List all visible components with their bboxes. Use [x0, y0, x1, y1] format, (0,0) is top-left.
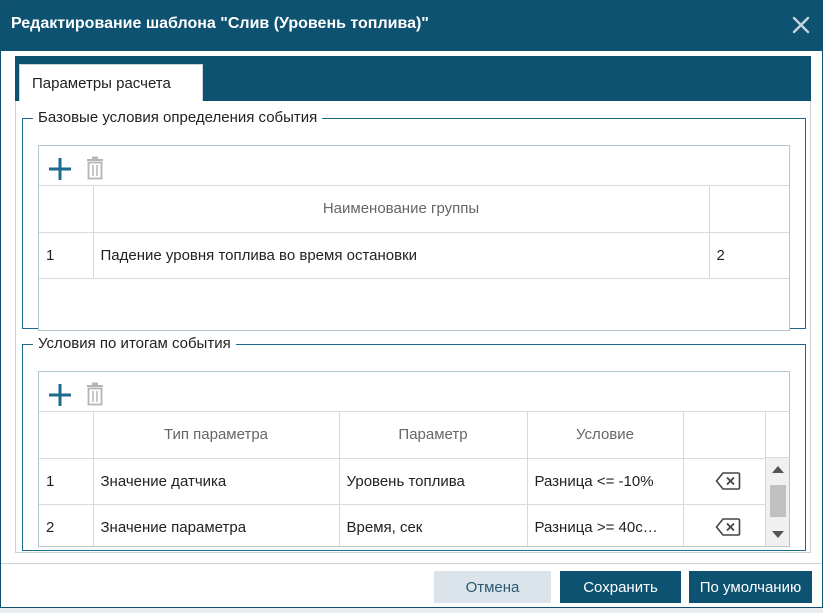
col-group-name-header[interactable]: Наименование группы [93, 186, 710, 233]
conditions-table: Тип параметра Параметр Условие 1 Значени… [39, 412, 766, 546]
tab-panel: Базовые условия определения события Наим… [15, 101, 811, 553]
edit-template-dialog: Редактирование шаблона "Слив (Уровень то… [0, 0, 823, 608]
footer-divider [1, 563, 822, 564]
col-number-header [39, 186, 94, 233]
plus-icon[interactable] [47, 156, 73, 182]
scroll-up-arrow-icon[interactable] [772, 466, 784, 473]
param-type-cell[interactable]: Значение параметра [93, 504, 340, 546]
result-conditions-legend: Условия по итогам события [38, 335, 231, 352]
param-type-cell[interactable]: Значение датчика [93, 458, 340, 505]
dialog-title: Редактирование шаблона "Слив (Уровень то… [11, 15, 429, 32]
scroll-down-arrow-icon[interactable] [772, 531, 784, 538]
col-param-type-header[interactable]: Тип параметра [93, 412, 340, 459]
backspace-icon[interactable] [714, 471, 741, 491]
table-header-row: Наименование группы [39, 186, 789, 233]
param-cell[interactable]: Время, сек [339, 504, 528, 546]
close-icon[interactable] [789, 13, 813, 37]
tab-label: Параметры расчета [32, 75, 171, 92]
dialog-titlebar: Редактирование шаблона "Слив (Уровень то… [1, 1, 822, 51]
table-row[interactable]: 1 Значение датчика Уровень топлива Разни… [39, 458, 766, 505]
row-number: 1 [39, 458, 94, 505]
table-row[interactable]: 2 Значение параметра Время, сек Разница … [39, 504, 766, 546]
vertical-scrollbar[interactable] [765, 458, 789, 546]
groups-toolbar [39, 146, 789, 186]
col-count-header [709, 186, 789, 233]
row-number: 1 [39, 232, 94, 279]
group-name-cell[interactable]: Падение уровня топлива во время остановк… [93, 232, 710, 279]
col-number-header [39, 412, 94, 459]
conditions-toolbar [39, 372, 789, 412]
remove-cell [683, 504, 766, 546]
header-scroll-spacer [765, 412, 789, 458]
plus-icon[interactable] [47, 382, 73, 408]
remove-cell [683, 458, 766, 505]
table-header-row: Тип параметра Параметр Условие [39, 412, 766, 459]
tab-bar: Параметры расчета [15, 56, 811, 102]
col-param-header[interactable]: Параметр [339, 412, 528, 459]
cancel-button[interactable]: Отмена [434, 571, 551, 603]
groups-table: Наименование группы 1 Падение уровня топ… [39, 186, 789, 279]
trash-icon[interactable] [85, 156, 105, 180]
trash-icon[interactable] [85, 382, 105, 406]
param-cell[interactable]: Уровень топлива [339, 458, 528, 505]
table-row[interactable]: 1 Падение уровня топлива во время остано… [39, 232, 789, 279]
condition-cell[interactable]: Разница <= -10% [527, 458, 684, 505]
groups-grid: Наименование группы 1 Падение уровня топ… [38, 145, 790, 331]
base-conditions-group: Базовые условия определения события Наим… [22, 109, 806, 331]
default-button[interactable]: По умолчанию [689, 571, 812, 603]
condition-cell[interactable]: Разница >= 40с… [527, 504, 684, 546]
conditions-grid: Тип параметра Параметр Условие 1 Значени… [38, 371, 790, 547]
base-conditions-legend: Базовые условия определения события [38, 109, 318, 126]
scroll-thumb[interactable] [770, 485, 786, 517]
group-count-cell[interactable]: 2 [709, 232, 789, 279]
backspace-icon[interactable] [714, 517, 741, 537]
col-actions-header [683, 412, 766, 459]
tab-calc-params[interactable]: Параметры расчета [19, 64, 203, 102]
row-number: 2 [39, 504, 94, 546]
save-button[interactable]: Сохранить [560, 571, 681, 603]
col-condition-header[interactable]: Условие [527, 412, 684, 459]
result-conditions-group: Условия по итогам события Тип параметра … [22, 335, 806, 551]
